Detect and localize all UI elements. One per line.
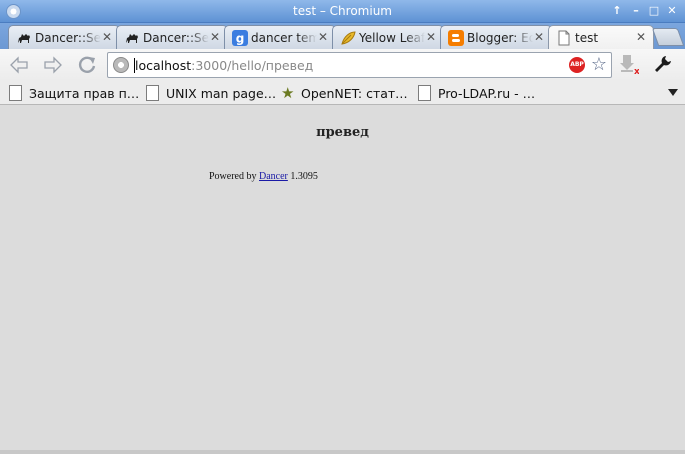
address-bar[interactable]: localhost:3000/hello/превед ABP ☆ [107,52,612,78]
svg-text:g: g [236,32,245,46]
google-icon: g [232,30,248,46]
tab-close-icon[interactable]: ✕ [635,30,647,44]
back-button[interactable] [8,54,30,76]
bookmark-label: Защита прав п… [29,86,140,101]
window-minimize-button[interactable]: – [628,3,644,19]
forward-arrow-icon [44,56,62,74]
bookmark-label: OpenNET: стат… [301,86,408,101]
page-content: превед Powered by Dancer 1.3095 [0,106,685,454]
tab-close-icon[interactable]: ✕ [425,30,437,44]
tab-label: Blogger: Edit [467,31,533,45]
tab-close-icon[interactable]: ✕ [209,30,221,44]
camel-icon [124,30,140,46]
url-text[interactable]: localhost:3000/hello/превед [134,58,313,73]
window-close-button[interactable]: ✕ [664,3,680,19]
bookmarks-overflow-chevron-icon[interactable] [668,89,678,96]
tab-close-icon[interactable]: ✕ [317,30,329,44]
page-icon [418,85,431,101]
bookmark-item-unix-man[interactable]: UNIX man page… [146,84,276,102]
back-arrow-icon [10,56,28,74]
tab-label: dancer template [251,31,317,45]
star-icon: ★ [281,84,295,102]
globe-icon [113,57,129,73]
page-icon [556,30,572,46]
download-blocked-icon[interactable]: x [617,53,640,77]
window-bottom-edge [0,450,685,454]
bookmark-label: Pro-LDAP.ru - … [438,86,536,101]
bookmark-label: UNIX man page… [166,86,277,101]
tab-label: Dancer::Session::Simple [143,31,209,45]
forward-button[interactable] [42,54,64,76]
tab-blogger[interactable]: Blogger: Edit ✕ [440,25,552,49]
tab-label: test [575,31,599,45]
bookmark-star-icon[interactable]: ☆ [590,54,608,76]
tab-test[interactable]: test ✕ [548,25,654,50]
reload-button[interactable] [76,54,98,76]
window-title: test – Chromium [293,4,392,18]
tab-dancer-session-2[interactable]: Dancer::Session::Simple ✕ [116,25,228,49]
new-tab-button[interactable] [651,28,685,46]
tab-strip: Dancer::Session::Simple ✕ Dancer::Sessio… [0,23,685,50]
tab-yellow-leaf[interactable]: Yellow Leaf ✕ [332,25,444,49]
dancer-version: 1.3095 [287,171,318,182]
browser-toolbar: localhost:3000/hello/превед ABP ☆ x [0,49,685,81]
yellow-leaf-icon [340,30,356,46]
bookmark-item-pro-ldap[interactable]: Pro-LDAP.ru - … [418,84,548,102]
camel-icon [16,30,32,46]
url-path: :3000/hello/превед [191,58,314,73]
adblock-plus-icon[interactable]: ABP [569,57,585,73]
tab-close-icon[interactable]: ✕ [101,30,113,44]
dancer-link[interactable]: Dancer [259,171,288,182]
svg-text:x: x [634,67,639,75]
window-titlebar[interactable]: test – Chromium ↑ – □ ✕ [0,0,685,23]
powered-by-footer: Powered by Dancer 1.3095 [209,171,318,182]
tab-label: Yellow Leaf [359,31,425,45]
tab-dancer-template[interactable]: g dancer template ✕ [224,25,336,49]
window-maximize-button[interactable]: □ [646,3,662,19]
tab-label: Dancer::Session::Simple [35,31,101,45]
tab-dancer-session-1[interactable]: Dancer::Session::Simple ✕ [8,25,120,49]
page-icon [9,85,22,101]
powered-by-text: Powered by [209,171,259,182]
tab-close-icon[interactable]: ✕ [533,30,545,44]
wrench-icon[interactable] [652,53,674,75]
window-restore-button[interactable]: ↑ [609,3,625,19]
bookmark-item-opennet[interactable]: ★ OpenNET: стат… [281,84,411,102]
bookmarks-bar: Защита прав п… UNIX man page… ★ OpenNET:… [0,81,685,105]
reload-icon [78,56,96,73]
bookmark-item-zashchita[interactable]: Защита прав п… [9,84,139,102]
page-heading: превед [316,125,369,140]
blogger-icon [448,30,464,46]
url-host: localhost [134,58,192,73]
page-icon [146,85,159,101]
